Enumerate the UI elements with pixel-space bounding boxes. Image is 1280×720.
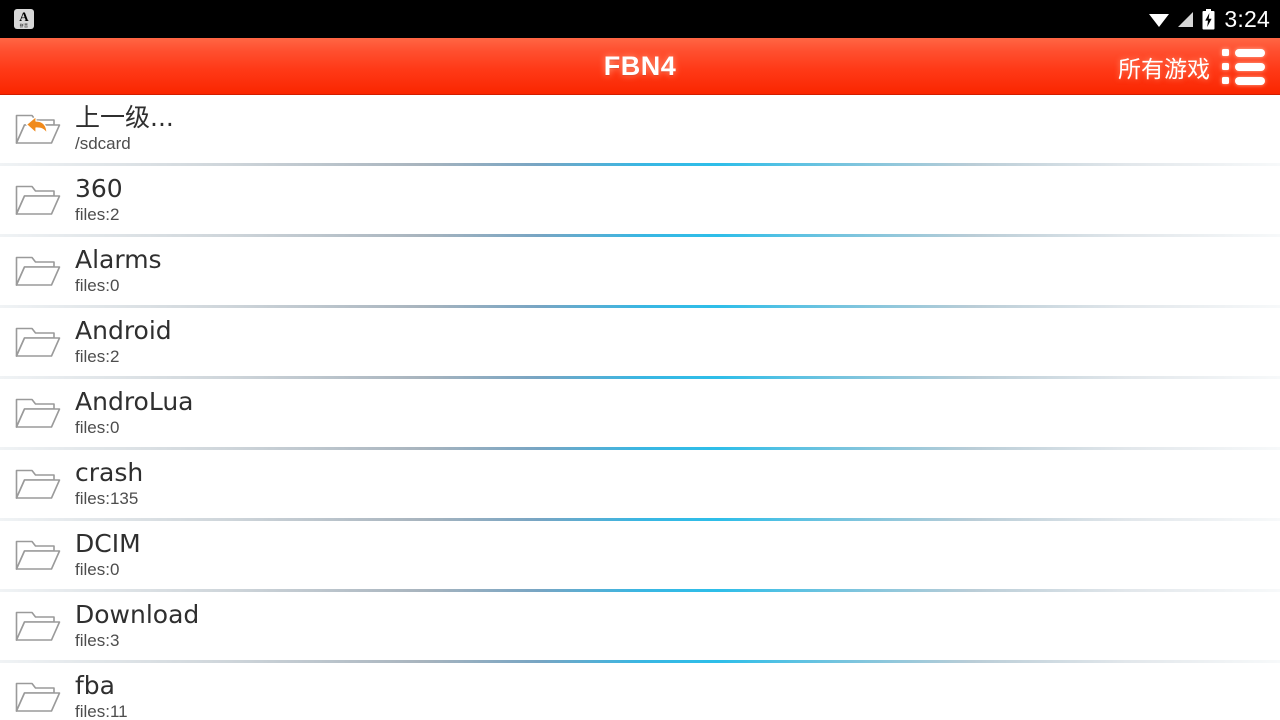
status-bar: A 拼音 3:24	[0, 0, 1280, 38]
menu-row	[1222, 48, 1268, 57]
file-list-row[interactable]: Android files:2	[0, 308, 1280, 376]
folder-icon	[14, 535, 62, 575]
folder-icon	[14, 322, 62, 362]
folder-icon	[14, 677, 62, 717]
file-list-row-text: 360 files:2	[75, 174, 123, 226]
file-list-row[interactable]: 上一级... /sdcard	[0, 95, 1280, 163]
input-method-icon: A 拼音	[14, 9, 34, 29]
all-games-button[interactable]: 所有游戏	[1118, 50, 1210, 84]
file-list-row-text: Download files:3	[75, 600, 199, 652]
folder-icon	[14, 606, 62, 646]
folder-icon	[14, 251, 62, 291]
file-list-row-subtitle: files:0	[75, 560, 120, 579]
menu-dot	[1222, 49, 1229, 56]
file-list-row-text: Alarms files:0	[75, 245, 162, 297]
file-list-row-title: Download	[75, 600, 200, 629]
file-list-row-text: fba files:11	[75, 671, 128, 720]
status-bar-left: A 拼音	[0, 9, 34, 29]
file-list-row-title: DCIM	[75, 529, 141, 558]
folder-up-icon	[14, 109, 62, 149]
folder-icon	[14, 393, 62, 433]
action-bar-right: 所有游戏	[1118, 38, 1280, 95]
list-menu-icon[interactable]	[1222, 46, 1268, 88]
folder-icon	[14, 180, 62, 220]
signal-icon	[1177, 11, 1195, 28]
file-list-row[interactable]: crash files:135	[0, 450, 1280, 518]
file-list-row[interactable]: AndroLua files:0	[0, 379, 1280, 447]
file-list-row[interactable]: 360 files:2	[0, 166, 1280, 234]
file-list-row-subtitle: files:2	[75, 205, 120, 224]
file-list-row[interactable]: Alarms files:0	[0, 237, 1280, 305]
battery-charging-icon	[1202, 8, 1215, 30]
file-list-row-text: Android files:2	[75, 316, 172, 368]
status-bar-right: 3:24	[1148, 0, 1270, 38]
file-list-row-text: AndroLua files:0	[75, 387, 194, 439]
file-list[interactable]: 上一级.../sdcard 360 files:2 Alarms files:0 Andr…	[0, 95, 1280, 720]
file-list-row-subtitle: /sdcard	[75, 134, 131, 153]
file-list-row-subtitle: files:3	[75, 631, 120, 650]
menu-bar	[1235, 48, 1265, 57]
file-list-row-title: 360	[75, 174, 123, 203]
file-list-row-title: Alarms	[75, 245, 162, 274]
action-bar: FBN4 所有游戏	[0, 38, 1280, 95]
file-list-row-title: AndroLua	[75, 387, 194, 416]
menu-dot	[1222, 63, 1229, 70]
folder-icon	[14, 464, 62, 504]
file-list-row-text: 上一级... /sdcard	[75, 103, 174, 155]
wifi-icon	[1148, 11, 1170, 28]
file-list-row-subtitle: files:11	[75, 702, 128, 720]
file-list-row[interactable]: DCIM files:0	[0, 521, 1280, 589]
file-list-row-text: crash files:135	[75, 458, 143, 510]
file-list-row[interactable]: Download files:3	[0, 592, 1280, 660]
file-list-row-subtitle: files:135	[75, 489, 139, 508]
menu-row	[1222, 76, 1268, 85]
file-list-row-title: Android	[75, 316, 172, 345]
file-list-row-subtitle: files:2	[75, 347, 120, 366]
file-list-row[interactable]: fba files:11	[0, 663, 1280, 720]
file-list-row-title: fba	[75, 671, 115, 700]
status-bar-clock: 3:24	[1224, 6, 1270, 32]
menu-bar	[1235, 62, 1265, 71]
menu-dot	[1222, 77, 1229, 84]
menu-bar	[1235, 76, 1265, 85]
app-title: FBN4	[603, 50, 677, 81]
ime-letter: A	[19, 9, 29, 24]
file-list-row-text: DCIM files:0	[75, 529, 141, 581]
file-list-row-subtitle: files:0	[75, 418, 120, 437]
file-list-row-title: 上一级...	[75, 103, 174, 132]
file-list-row-title: crash	[75, 458, 144, 487]
file-list-row-subtitle: files:0	[75, 276, 120, 295]
menu-row	[1222, 62, 1268, 71]
ime-sublabel: 拼音	[19, 23, 29, 28]
